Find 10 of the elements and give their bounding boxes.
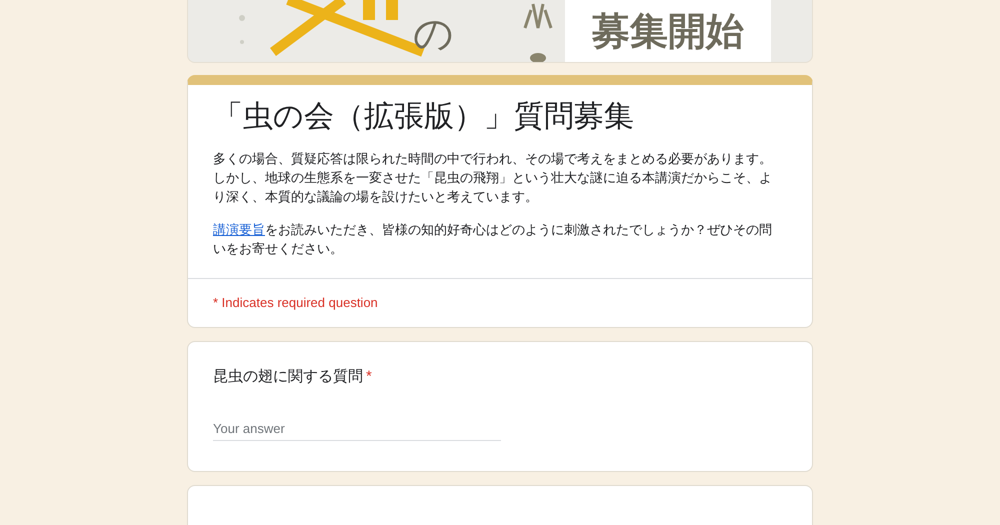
summary-link[interactable]: 講演要旨	[213, 222, 265, 237]
required-note: * Indicates required question	[213, 295, 378, 310]
banner-heading: 募集開始	[592, 12, 744, 50]
banner-text: の	[413, 14, 454, 54]
form-title: 「虫の会（拡張版）」質問募集	[213, 99, 635, 135]
answer-field[interactable]: Your answer	[213, 418, 501, 441]
form-description: 多くの場合、質疑応答は限られた時間の中で行われ、その場で考えをまとめる必要があります。しかし、地球の生態系を一変させた「昆虫の飛翔」という壮大な謎に迫る本講演だからこそ、より深く、本質的な議論の場を設けたいと考えています。	[213, 150, 773, 206]
required-asterisk: *	[366, 367, 372, 387]
question-label: 昆虫の翅に関する質問	[213, 367, 363, 387]
form-description: 講演要旨 をお読みいただき、皆様の知的好奇心はどのように刺激されたでしょうか？ぜひその問いをお寄せください。	[213, 221, 773, 258]
